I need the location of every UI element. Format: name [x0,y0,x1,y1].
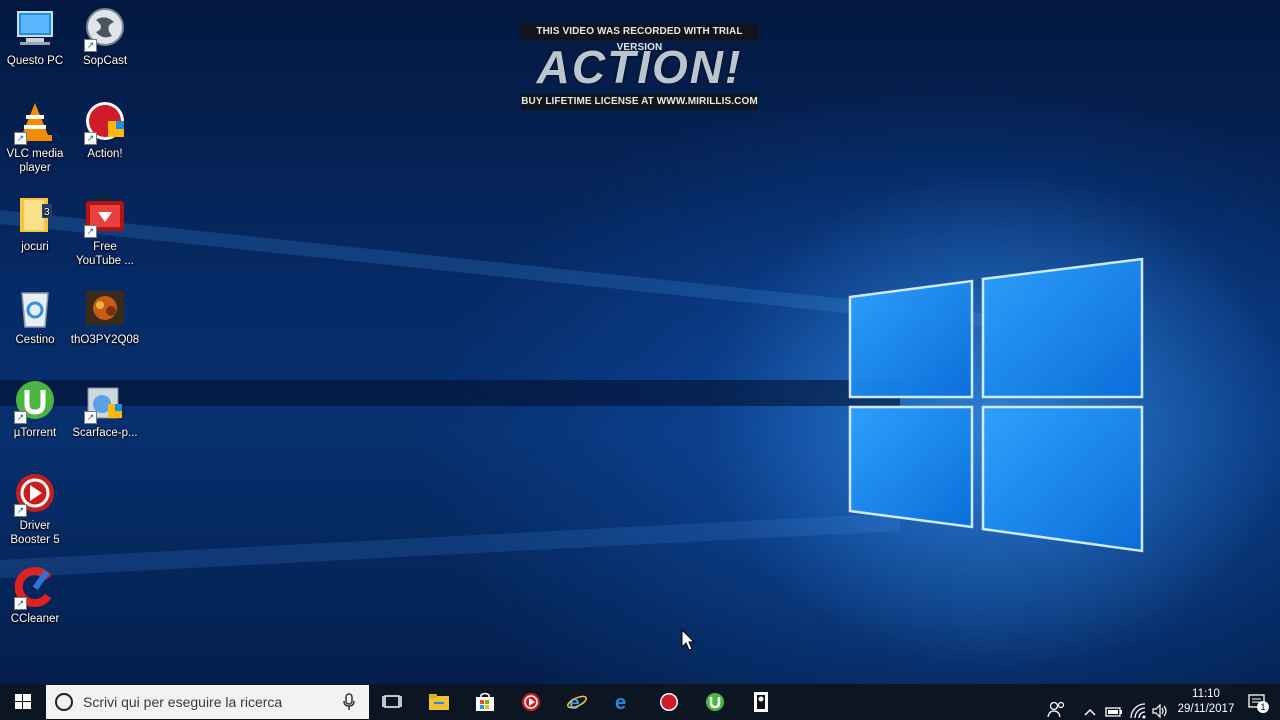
clock-time: 11:10 [1192,688,1220,700]
tv-download-icon: ↗ [82,192,128,238]
sopcast-icon: ↗ [82,6,128,52]
desktop-icon-label: Action! [87,148,123,160]
taskbar-driver-booster[interactable] [508,684,554,720]
taskbar-search-box[interactable]: Scrivi qui per eseguire la ricerca [46,685,369,719]
game-app-icon [754,692,768,712]
shortcut-arrow-icon: ↗ [84,225,97,238]
desktop-icon-label: SopCast [82,55,128,67]
desktop-icon-free-youtube[interactable]: ↗ Free YouTube ... [70,192,140,268]
desktop-icon-label: jocuri [21,241,49,253]
shortcut-arrow-icon: ↗ [84,411,97,424]
shortcut-arrow-icon: ↗ [84,39,97,52]
desktop-icon-action[interactable]: ↗ Action! [70,99,140,161]
action-center-button[interactable]: 1 [1244,684,1280,720]
desktop-icon-scarface[interactable]: ↗ Scarface-p... [70,378,140,440]
taskbar-action[interactable] [646,684,692,720]
svg-text:e: e [569,693,580,712]
desktop-icon-sopcast[interactable]: ↗ SopCast [70,6,140,68]
desktop-icon-label: Free YouTube ... [76,241,134,267]
task-view-button[interactable] [369,684,415,720]
store-icon [476,692,494,711]
search-placeholder: Scrivi qui per eseguire la ricerca [83,694,283,710]
shortcut-arrow-icon: ↗ [14,597,27,610]
taskbar-internet-explorer[interactable]: e [554,684,600,720]
notification-badge: 1 [1257,701,1269,713]
action-record-icon [660,693,678,711]
svg-text:3: 3 [44,207,50,218]
desktop-icon-cestino[interactable]: Cestino [0,285,70,347]
shortcut-arrow-icon: ↗ [84,132,97,145]
driver-booster-icon [522,693,540,711]
wifi-icon[interactable] [1129,693,1147,720]
taskbar-clock[interactable]: 11:10 29/11/2017 [1168,687,1244,717]
desktop-icon-label: Scarface-p... [72,427,138,439]
watermark-bottom-text: BUY LIFETIME LICENSE AT WWW.MIRILLIS.COM [521,94,758,110]
taskbar-store[interactable] [462,684,508,720]
cortana-icon [55,693,73,711]
taskbar-game-app[interactable] [738,684,784,720]
watermark-top-text: THIS VIDEO WAS RECORDED WITH TRIAL VERSI… [521,24,758,53]
shortcut-arrow-icon: ↗ [14,504,27,517]
wallpaper-light-beam [0,512,900,578]
people-icon[interactable] [1046,692,1068,720]
desktop-icon-label: Questo PC [6,55,64,67]
trial-watermark: THIS VIDEO WAS RECORDED WITH TRIAL VERSI… [521,24,758,110]
utorrent-icon [706,693,724,711]
internet-explorer-icon: e [567,693,587,712]
desktop-icon-label: Driver Booster 5 [10,520,60,546]
desktop-icon-tho3py2q08[interactable]: thO3PY2Q08 [70,285,140,347]
desktop-icon-label: CCleaner [10,613,60,625]
driver-booster-icon: ↗ [12,471,58,517]
utorrent-icon: ↗ [12,378,58,424]
desktop-icon-questo-pc[interactable]: Questo PC [0,6,70,68]
volume-icon[interactable] [1151,693,1169,720]
shortcut-arrow-icon: ↗ [14,132,27,145]
desktop-icon-label: µTorrent [13,427,57,439]
windows-start-icon [15,694,31,709]
desktop-icon-vlc[interactable]: ↗ VLC media player [0,99,70,175]
desktop-icon-label: thO3PY2Q08 [70,334,140,346]
desktop-icon-label: Cestino [15,334,55,346]
game-image-icon [82,285,128,331]
action-record-icon: ↗ [82,99,128,145]
microphone-icon[interactable] [342,693,356,711]
windows-logo-wallpaper [848,257,1144,553]
folder-icon: 3 [12,192,58,238]
setup-installer-icon: ↗ [82,378,128,424]
battery-icon[interactable] [1105,694,1123,720]
file-explorer-icon [429,694,449,710]
recycle-bin-icon [12,285,58,331]
svg-text:e: e [615,692,626,712]
desktop-icon-label: VLC media player [6,148,64,174]
watermark-logo: ACTION! [536,41,743,93]
taskbar-utorrent[interactable] [692,684,738,720]
desktop-icon-utorrent[interactable]: ↗ µTorrent [0,378,70,440]
shortcut-arrow-icon: ↗ [14,411,27,424]
taskbar-edge[interactable]: e [600,684,646,720]
chevron-up-icon[interactable] [1082,694,1098,720]
clock-date: 29/11/2017 [1177,703,1235,715]
ccleaner-icon: ↗ [12,564,58,610]
desktop-icon-driver-booster[interactable]: ↗ Driver Booster 5 [0,471,70,547]
desktop-icon-jocuri[interactable]: 3 jocuri [0,192,70,254]
taskbar-file-explorer[interactable] [416,684,462,720]
mouse-cursor-icon [681,629,695,651]
start-button[interactable] [0,684,46,720]
desktop-icon-ccleaner[interactable]: ↗ CCleaner [0,564,70,626]
vlc-cone-icon: ↗ [12,99,58,145]
taskbar: Scrivi qui per eseguire la ricerca e e 1… [0,684,1280,720]
computer-icon [12,6,58,52]
task-view-icon [382,695,402,708]
edge-icon: e [615,692,626,712]
